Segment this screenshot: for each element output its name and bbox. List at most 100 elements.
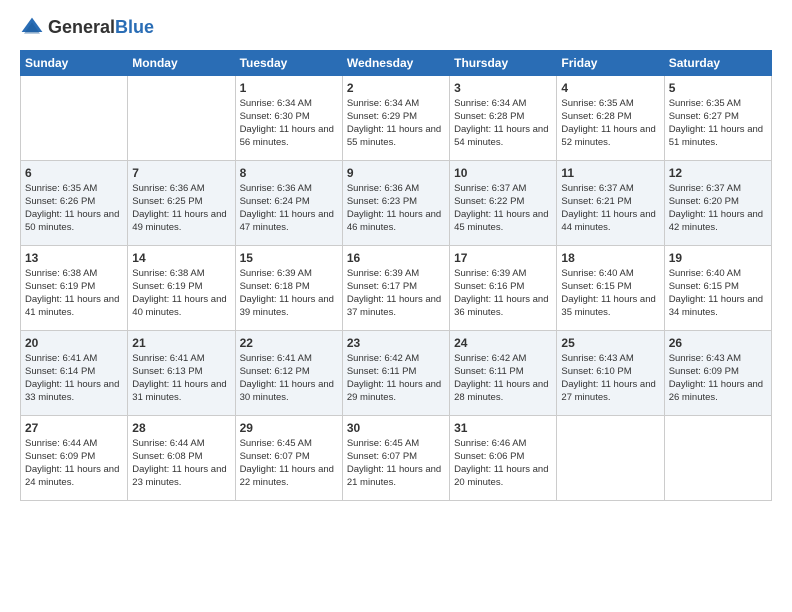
day-number: 12 xyxy=(669,165,767,181)
week-row-4: 20Sunrise: 6:41 AMSunset: 6:14 PMDayligh… xyxy=(21,331,772,416)
calendar-header: SundayMondayTuesdayWednesdayThursdayFrid… xyxy=(21,51,772,76)
day-cell: 4Sunrise: 6:35 AMSunset: 6:28 PMDaylight… xyxy=(557,76,664,161)
day-info: Daylight: 11 hours and 31 minutes. xyxy=(132,379,230,405)
day-info: Sunrise: 6:41 AM xyxy=(240,353,338,366)
day-info: Sunset: 6:07 PM xyxy=(347,451,445,464)
logo-text: GeneralBlue xyxy=(48,18,154,38)
page: GeneralBlue SundayMondayTuesdayWednesday… xyxy=(0,0,792,612)
day-number: 16 xyxy=(347,250,445,266)
day-info: Sunrise: 6:36 AM xyxy=(240,183,338,196)
day-info: Sunset: 6:06 PM xyxy=(454,451,552,464)
day-info: Daylight: 11 hours and 56 minutes. xyxy=(240,124,338,150)
week-row-2: 6 Sunrise: 6:35 AMSunset: 6:26 PM Daylight… xyxy=(21,161,772,246)
weekday-header-thursday: Thursday xyxy=(450,51,557,76)
day-number: 11 xyxy=(561,165,659,181)
day-cell: 23Sunrise: 6:42 AMSunset: 6:11 PMDayligh… xyxy=(342,331,449,416)
day-info: Sunset: 6:15 PM xyxy=(561,281,659,294)
day-cell: 5Sunrise: 6:35 AMSunset: 6:27 PMDaylight… xyxy=(664,76,771,161)
day-info: Daylight: 11 hours and 35 minutes. xyxy=(561,294,659,320)
day-info: Daylight: 11 hours and 34 minutes. xyxy=(669,294,767,320)
weekday-header-monday: Monday xyxy=(128,51,235,76)
day-info: Sunrise: 6:43 AM xyxy=(561,353,659,366)
day-number: 25 xyxy=(561,335,659,351)
day-info: Sunset: 6:26 PM xyxy=(25,196,123,209)
day-info: Sunrise: 6:46 AM xyxy=(454,438,552,451)
weekday-header-wednesday: Wednesday xyxy=(342,51,449,76)
day-cell xyxy=(128,76,235,161)
day-cell xyxy=(21,76,128,161)
day-cell: 29Sunrise: 6:45 AMSunset: 6:07 PMDayligh… xyxy=(235,416,342,501)
week-row-1: 1Sunrise: 6:34 AMSunset: 6:30 PMDaylight… xyxy=(21,76,772,161)
day-info: Sunset: 6:28 PM xyxy=(561,111,659,124)
day-cell: 27Sunrise: 6:44 AMSunset: 6:09 PMDayligh… xyxy=(21,416,128,501)
day-info: Sunrise: 6:38 AM xyxy=(132,268,230,281)
day-number: 1 xyxy=(240,80,338,96)
day-info: Sunset: 6:21 PM xyxy=(561,196,659,209)
day-info: Daylight: 11 hours and 22 minutes. xyxy=(240,464,338,490)
day-info: Sunset: 6:23 PM xyxy=(347,196,445,209)
day-number: 4 xyxy=(561,80,659,96)
day-number: 23 xyxy=(347,335,445,351)
day-info: Sunrise: 6:45 AM xyxy=(240,438,338,451)
week-row-3: 13Sunrise: 6:38 AMSunset: 6:19 PMDayligh… xyxy=(21,246,772,331)
day-info: Daylight: 11 hours and 39 minutes. xyxy=(240,294,338,320)
day-number: 6 xyxy=(25,165,123,181)
weekday-header-tuesday: Tuesday xyxy=(235,51,342,76)
day-number: 27 xyxy=(25,420,123,436)
day-info: Daylight: 11 hours and 55 minutes. xyxy=(347,124,445,150)
day-info: Sunset: 6:19 PM xyxy=(25,281,123,294)
day-info: Sunrise: 6:39 AM xyxy=(454,268,552,281)
day-info: Sunrise: 6:39 AM xyxy=(240,268,338,281)
day-info: Daylight: 11 hours and 42 minutes. xyxy=(669,209,767,235)
day-cell: 20Sunrise: 6:41 AMSunset: 6:14 PMDayligh… xyxy=(21,331,128,416)
day-number: 7 xyxy=(132,165,230,181)
day-cell xyxy=(557,416,664,501)
day-cell: 21Sunrise: 6:41 AMSunset: 6:13 PMDayligh… xyxy=(128,331,235,416)
logo: GeneralBlue xyxy=(20,16,154,40)
day-info: Sunrise: 6:42 AM xyxy=(347,353,445,366)
day-number: 29 xyxy=(240,420,338,436)
day-cell: 26Sunrise: 6:43 AMSunset: 6:09 PMDayligh… xyxy=(664,331,771,416)
day-info: Daylight: 11 hours and 47 minutes. xyxy=(240,209,338,235)
day-info: Sunrise: 6:35 AM xyxy=(561,98,659,111)
day-info: Sunrise: 6:37 AM xyxy=(561,183,659,196)
day-info: Sunset: 6:15 PM xyxy=(669,281,767,294)
day-cell: 9Sunrise: 6:36 AMSunset: 6:23 PMDaylight… xyxy=(342,161,449,246)
day-info: Sunset: 6:16 PM xyxy=(454,281,552,294)
day-info: Sunset: 6:18 PM xyxy=(240,281,338,294)
day-cell: 3Sunrise: 6:34 AMSunset: 6:28 PMDaylight… xyxy=(450,76,557,161)
weekday-header-saturday: Saturday xyxy=(664,51,771,76)
day-info: Sunrise: 6:34 AM xyxy=(240,98,338,111)
day-cell: 8Sunrise: 6:36 AMSunset: 6:24 PMDaylight… xyxy=(235,161,342,246)
day-number: 5 xyxy=(669,80,767,96)
day-info: Daylight: 11 hours and 37 minutes. xyxy=(347,294,445,320)
calendar-body: 1Sunrise: 6:34 AMSunset: 6:30 PMDaylight… xyxy=(21,76,772,501)
week-row-5: 27Sunrise: 6:44 AMSunset: 6:09 PMDayligh… xyxy=(21,416,772,501)
day-info: Sunrise: 6:37 AM xyxy=(669,183,767,196)
day-info: Sunrise: 6:41 AM xyxy=(25,353,123,366)
day-cell: 30Sunrise: 6:45 AMSunset: 6:07 PMDayligh… xyxy=(342,416,449,501)
day-number: 22 xyxy=(240,335,338,351)
day-info: Sunset: 6:29 PM xyxy=(347,111,445,124)
day-cell: 19Sunrise: 6:40 AMSunset: 6:15 PMDayligh… xyxy=(664,246,771,331)
day-cell: 11 Sunrise: 6:37 AMSunset: 6:21 PMDayligh… xyxy=(557,161,664,246)
day-cell: 22Sunrise: 6:41 AMSunset: 6:12 PMDayligh… xyxy=(235,331,342,416)
day-cell: 16Sunrise: 6:39 AMSunset: 6:17 PMDayligh… xyxy=(342,246,449,331)
day-number: 3 xyxy=(454,80,552,96)
day-info: Sunrise: 6:38 AM xyxy=(25,268,123,281)
day-info: Daylight: 11 hours and 29 minutes. xyxy=(347,379,445,405)
day-info: Sunset: 6:11 PM xyxy=(454,366,552,379)
day-info: Daylight: 11 hours and 26 minutes. xyxy=(669,379,767,405)
day-info: Sunset: 6:09 PM xyxy=(25,451,123,464)
day-number: 8 xyxy=(240,165,338,181)
day-info: Sunrise: 6:35 AM xyxy=(25,183,123,196)
day-info: Daylight: 11 hours and 41 minutes. xyxy=(25,294,123,320)
day-info: Sunset: 6:14 PM xyxy=(25,366,123,379)
day-info: Sunrise: 6:41 AM xyxy=(132,353,230,366)
day-info: Sunset: 6:19 PM xyxy=(132,281,230,294)
day-info: Daylight: 11 hours and 44 minutes. xyxy=(561,209,659,235)
day-cell: 1 Sunrise: 6:34 AMSunset: 6:30 PMDaylight… xyxy=(235,76,342,161)
day-cell: 2Sunrise: 6:34 AMSunset: 6:29 PMDaylight… xyxy=(342,76,449,161)
day-info: Sunset: 6:30 PM xyxy=(240,111,338,124)
day-cell: 25Sunrise: 6:43 AMSunset: 6:10 PMDayligh… xyxy=(557,331,664,416)
